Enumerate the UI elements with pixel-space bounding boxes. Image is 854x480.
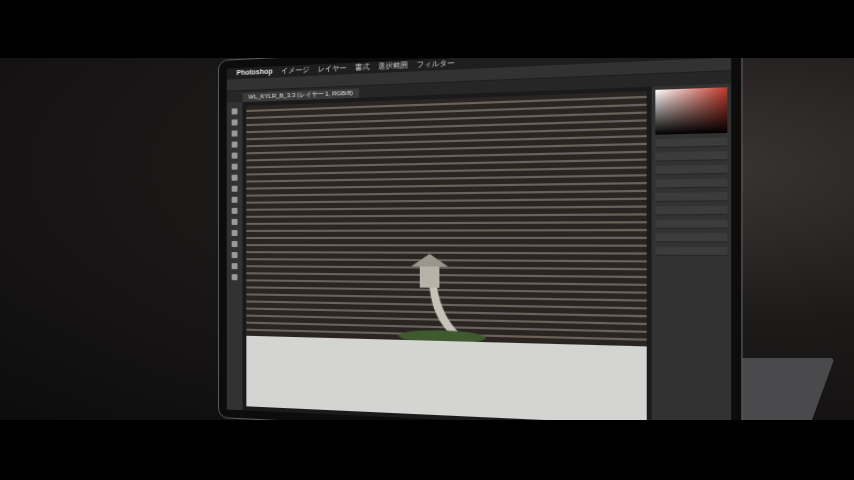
- tool-icon[interactable]: [232, 175, 238, 181]
- tool-icon[interactable]: [232, 141, 238, 147]
- panel-row[interactable]: [655, 179, 727, 189]
- tool-icon[interactable]: [232, 219, 238, 225]
- tool-icon[interactable]: [232, 119, 238, 125]
- tool-icon[interactable]: [232, 130, 238, 136]
- panel-row[interactable]: [655, 206, 727, 216]
- tool-icon[interactable]: [232, 153, 238, 159]
- panel-row[interactable]: [655, 137, 727, 148]
- tool-icon[interactable]: [232, 230, 238, 236]
- panel-row[interactable]: [655, 220, 727, 229]
- letterbox-bottom: [0, 420, 854, 480]
- photoshop-window: Photoshopイメージレイヤー書式選択範囲フィルターWL_KYLR_B_3.…: [227, 58, 731, 420]
- laptop-screen: Photoshopイメージレイヤー書式選択範囲フィルターWL_KYLR_B_3.…: [218, 58, 743, 420]
- tool-icon[interactable]: [232, 208, 238, 214]
- tool-icon[interactable]: [232, 274, 238, 280]
- panel-row[interactable]: [655, 192, 727, 202]
- panel-row[interactable]: [655, 165, 727, 175]
- stone-lantern-icon: [388, 245, 486, 342]
- workspace: [227, 84, 731, 420]
- tool-icon[interactable]: [232, 197, 238, 203]
- tool-icon[interactable]: [232, 252, 238, 258]
- letterbox-top: [0, 0, 854, 58]
- photo-frame: Photoshopイメージレイヤー書式選択範囲フィルターWL_KYLR_B_3.…: [0, 0, 854, 480]
- canvas: [242, 87, 651, 420]
- gravel-floor: [246, 336, 646, 420]
- menu-item[interactable]: 書式: [355, 62, 370, 74]
- garden-fence: [246, 91, 646, 346]
- tool-icon[interactable]: [232, 108, 238, 114]
- tool-icon[interactable]: [232, 186, 238, 192]
- right-panels: [652, 84, 731, 420]
- panel-row[interactable]: [655, 247, 727, 256]
- room-scene: Photoshopイメージレイヤー書式選択範囲フィルターWL_KYLR_B_3.…: [0, 58, 854, 420]
- panel-row[interactable]: [655, 233, 727, 242]
- color-picker[interactable]: [655, 87, 727, 134]
- panel-row[interactable]: [655, 151, 727, 162]
- tool-icon[interactable]: [232, 263, 238, 269]
- tool-icon[interactable]: [232, 241, 238, 247]
- tool-icon[interactable]: [232, 164, 238, 170]
- toolbar: [227, 102, 243, 410]
